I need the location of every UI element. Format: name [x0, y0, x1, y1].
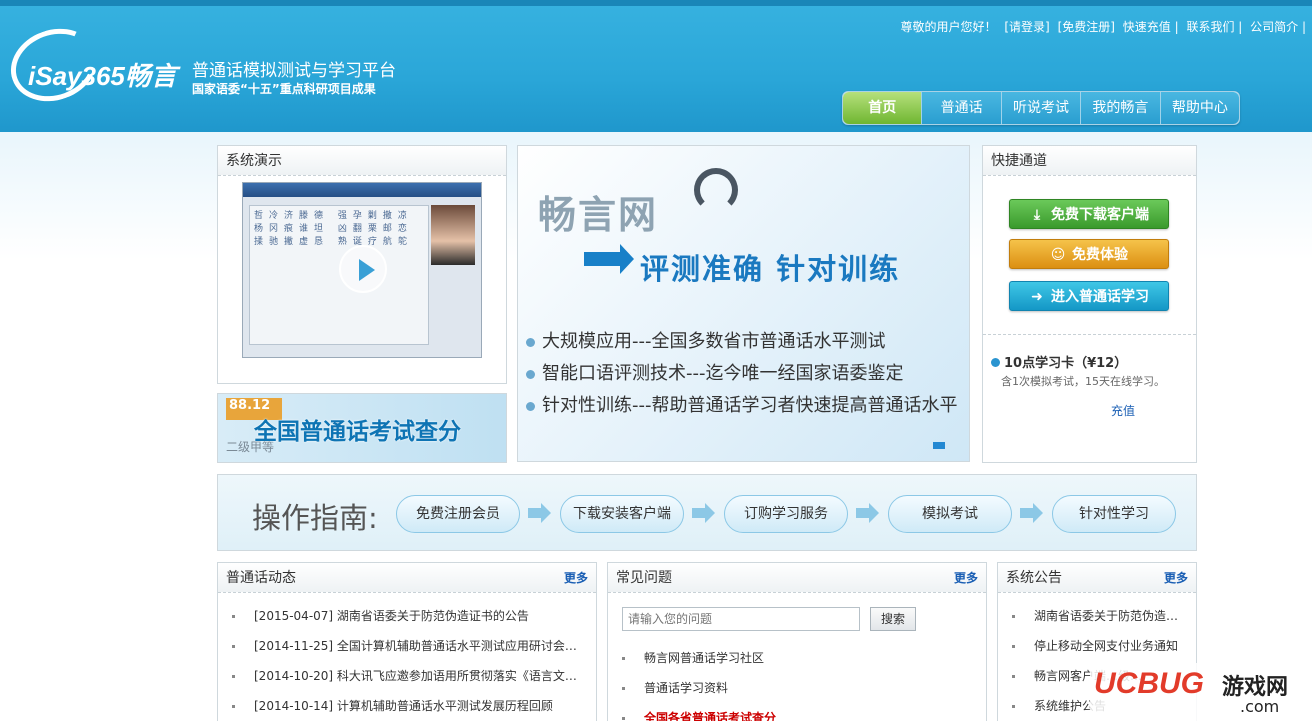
nav-help[interactable]: 帮助中心: [1160, 92, 1240, 124]
score-query-banner[interactable]: 88.12 二级甲等 全国普通话考试查分: [217, 393, 507, 463]
step-arrow-icon: [1020, 503, 1043, 523]
recharge-link[interactable]: 充值: [1111, 402, 1135, 419]
site-logo[interactable]: iSay365畅言: [28, 56, 177, 93]
nav-putonghua[interactable]: 普通话: [922, 92, 1002, 124]
download-icon: ⤓: [1033, 207, 1041, 223]
free-trial-button[interactable]: ☺ 免费体验: [1009, 239, 1169, 269]
news-title: 普通话动态 更多: [218, 563, 596, 593]
step-arrow-icon: [528, 503, 551, 523]
faq-search-input[interactable]: [622, 607, 860, 631]
hero-bullet: 大规模应用---全国多数省市普通话水平测试: [526, 326, 957, 358]
news-title-text: 普通话动态: [226, 570, 296, 586]
quick-panel: 快捷通道 ⤓ 免费下载客户端 ☺ 免费体验 ➜ 进入普通话学习 10点学习卡（¥12）…: [982, 145, 1197, 463]
hero-banner[interactable]: 畅言网 评测准确 针对训练 大规模应用---全国多数省市普通话水平测试 智能口语…: [517, 145, 970, 462]
study-card-desc: 含1次模拟考试，15天在线学习。: [1001, 375, 1165, 388]
demo-video[interactable]: 哲冷济滕德 强孕剿撒凉 杨冈痕谁坦 凶翻栗邮恋 揉驰撇虚恳 熟诞疗航鸵: [242, 182, 482, 358]
contact-link[interactable]: 联系我们 |: [1186, 20, 1242, 34]
watermark-brand: UCBUG: [1094, 667, 1204, 700]
site-sub-slogan: 国家语委“十五”重点科研项目成果: [192, 82, 376, 96]
login-link[interactable]: [请登录]: [1004, 20, 1049, 34]
nav-my-changyan[interactable]: 我的畅言: [1081, 92, 1161, 124]
guide-step-mock-exam[interactable]: 模拟考试: [888, 495, 1012, 533]
headset-icon: [694, 168, 738, 212]
main-nav: 首页 普通话 听说考试 我的畅言 帮助中心: [842, 91, 1240, 125]
list-item[interactable]: 普通话学习资料: [622, 673, 972, 703]
download-client-label: 免费下载客户端: [1051, 207, 1149, 223]
hero-headline: 评测准确 针对训练: [640, 252, 901, 286]
watermark: UCBUG 游戏网 .com: [1090, 663, 1312, 721]
study-card-title: 10点学习卡（¥12）: [991, 352, 1165, 371]
carousel-indicator[interactable]: [933, 442, 945, 449]
list-item[interactable]: [2014-10-14] 计算机辅助普通话水平测试发展历程回顾: [232, 691, 582, 721]
news-panel: 普通话动态 更多 [2015-04-07] 湖南省语委关于防范伪造证书的公告 [2…: [217, 562, 597, 721]
top-links: 尊敬的用户您好！ [请登录] [免费注册] 快速充值 | 联系我们 | 公司简介…: [897, 18, 1306, 35]
site-slogan: 普通话模拟测试与学习平台: [192, 61, 396, 81]
demo-video-photo: [431, 205, 475, 265]
list-item[interactable]: [2014-11-25] 全国计算机辅助普通话水平测试应用研讨会成…: [232, 631, 582, 661]
download-client-button[interactable]: ⤓ 免费下载客户端: [1009, 199, 1169, 229]
greeting-text: 尊敬的用户您好！: [900, 20, 997, 34]
quick-title: 快捷通道: [983, 146, 1196, 176]
study-card: 10点学习卡（¥12） 含1次模拟考试，15天在线学习。: [991, 352, 1165, 389]
faq-title: 常见问题 更多: [608, 563, 986, 593]
step-arrow-icon: [856, 503, 879, 523]
news-list: [2015-04-07] 湖南省语委关于防范伪造证书的公告 [2014-11-2…: [218, 593, 596, 721]
site-header: iSay365畅言 普通话模拟测试与学习平台 国家语委“十五”重点科研项目成果 …: [0, 0, 1312, 132]
register-link[interactable]: [免费注册]: [1058, 20, 1115, 34]
arrow-right-icon: ➜: [1031, 289, 1043, 305]
recharge-link[interactable]: 快速充值 |: [1123, 20, 1179, 34]
smile-icon: ☺: [1050, 247, 1066, 263]
play-icon[interactable]: [339, 245, 387, 293]
list-item[interactable]: 全国各省普通话考试查分: [622, 703, 972, 721]
guide-step-subscribe[interactable]: 订购学习服务: [724, 495, 848, 533]
faq-more-link[interactable]: 更多: [954, 563, 978, 593]
notice-more-link[interactable]: 更多: [1164, 563, 1188, 593]
list-item[interactable]: [2015-04-07] 湖南省语委关于防范伪造证书的公告: [232, 601, 582, 631]
enter-study-label: 进入普通话学习: [1051, 289, 1149, 305]
notice-title-text: 系统公告: [1006, 570, 1062, 586]
guide-label: 操作指南:: [252, 501, 378, 535]
hero-bullet: 针对性训练---帮助普通话学习者快速提高普通话水平: [526, 390, 957, 422]
watermark-domain: .com: [1240, 697, 1280, 716]
arrow-right-icon: [584, 244, 634, 274]
guide-step-targeted-study[interactable]: 针对性学习: [1052, 495, 1176, 533]
faq-list: 畅言网普通话学习社区 普通话学习资料 全国各省普通话考试查分: [608, 635, 986, 721]
list-item[interactable]: 湖南省语委关于防范伪造证…: [1012, 601, 1182, 631]
news-more-link[interactable]: 更多: [564, 563, 588, 593]
enter-study-button[interactable]: ➜ 进入普通话学习: [1009, 281, 1169, 311]
list-item[interactable]: [2014-10-20] 科大讯飞应邀参加语用所贯彻落实《语言文字…: [232, 661, 582, 691]
operation-guide: 操作指南: 免费注册会员 下载安装客户端 订购学习服务 模拟考试 针对性学习: [217, 474, 1197, 551]
guide-step-download[interactable]: 下载安装客户端: [560, 495, 684, 533]
free-trial-label: 免费体验: [1072, 247, 1128, 263]
faq-title-text: 常见问题: [616, 570, 672, 586]
list-item[interactable]: 停止移动全网支付业务通知: [1012, 631, 1182, 661]
demo-panel: 系统演示 哲冷济滕德 强孕剿撒凉 杨冈痕谁坦 凶翻栗邮恋 揉驰撇虚恳 熟诞疗航鸵: [217, 145, 507, 384]
guide-step-register[interactable]: 免费注册会员: [396, 495, 520, 533]
hero-brand: 畅言网: [538, 193, 659, 237]
banner-text: 全国普通话考试查分: [254, 419, 461, 445]
nav-listening-exam[interactable]: 听说考试: [1001, 92, 1082, 124]
hero-bullets: 大规模应用---全国多数省市普通话水平测试 智能口语评测技术---迄今唯一经国家…: [526, 326, 957, 422]
hero-bullet: 智能口语评测技术---迄今唯一经国家语委鉴定: [526, 358, 957, 390]
list-item[interactable]: 畅言网普通话学习社区: [622, 643, 972, 673]
demo-video-titlebar: [243, 183, 481, 197]
demo-title: 系统演示: [218, 146, 506, 176]
faq-panel: 常见问题 更多 搜索 畅言网普通话学习社区 普通话学习资料 全国各省普通话考试查分: [607, 562, 987, 721]
faq-search-button[interactable]: 搜索: [870, 607, 916, 631]
nav-home[interactable]: 首页: [843, 92, 923, 124]
about-link[interactable]: 公司简介 |: [1250, 20, 1306, 34]
notice-title: 系统公告 更多: [998, 563, 1196, 593]
quick-divider: [983, 334, 1196, 335]
step-arrow-icon: [692, 503, 715, 523]
